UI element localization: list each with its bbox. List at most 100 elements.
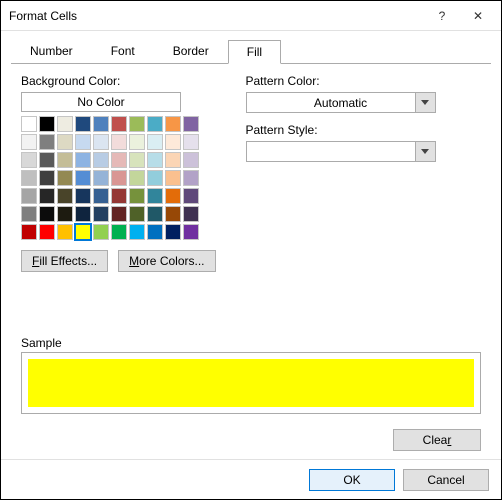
color-swatch[interactable] xyxy=(129,134,145,150)
color-swatch[interactable] xyxy=(75,152,91,168)
color-swatch[interactable] xyxy=(183,206,199,222)
color-swatch[interactable] xyxy=(39,152,55,168)
color-swatch[interactable] xyxy=(147,188,163,204)
cancel-button[interactable]: Cancel xyxy=(403,469,489,491)
color-swatch[interactable] xyxy=(21,224,37,240)
color-swatch[interactable] xyxy=(165,116,181,132)
pattern-style-label: Pattern Style: xyxy=(246,123,318,137)
color-swatch[interactable] xyxy=(39,134,55,150)
color-swatch[interactable] xyxy=(183,134,199,150)
color-swatch[interactable] xyxy=(21,116,37,132)
sample-label: Sample xyxy=(21,336,62,350)
color-swatch[interactable] xyxy=(93,116,109,132)
color-swatch[interactable] xyxy=(129,116,145,132)
tab-border[interactable]: Border xyxy=(154,39,228,63)
help-icon[interactable]: ? xyxy=(427,6,457,26)
color-swatch[interactable] xyxy=(57,188,73,204)
color-swatch[interactable] xyxy=(165,152,181,168)
color-swatch[interactable] xyxy=(39,224,55,240)
color-swatch[interactable] xyxy=(21,206,37,222)
color-swatch[interactable] xyxy=(129,188,145,204)
color-swatch[interactable] xyxy=(39,188,55,204)
color-swatch[interactable] xyxy=(39,170,55,186)
color-swatch[interactable] xyxy=(165,224,181,240)
color-swatch[interactable] xyxy=(147,206,163,222)
color-swatch[interactable] xyxy=(21,170,37,186)
color-swatch[interactable] xyxy=(57,170,73,186)
ok-button[interactable]: OK xyxy=(309,469,395,491)
color-swatch[interactable] xyxy=(165,134,181,150)
footer: OK Cancel xyxy=(1,459,501,499)
close-icon[interactable]: ✕ xyxy=(463,6,493,26)
color-swatch[interactable] xyxy=(75,134,91,150)
tab-number[interactable]: Number xyxy=(11,39,92,63)
titlebar: Format Cells ? ✕ xyxy=(1,1,501,31)
window-title: Format Cells xyxy=(9,9,77,23)
color-swatch[interactable] xyxy=(183,170,199,186)
color-swatch[interactable] xyxy=(21,134,37,150)
color-swatch[interactable] xyxy=(21,152,37,168)
pattern-color-label: Pattern Color: xyxy=(246,74,320,88)
pattern-color-combo[interactable]: Automatic xyxy=(246,92,436,113)
color-swatch[interactable] xyxy=(57,206,73,222)
window-controls: ? ✕ xyxy=(427,6,493,26)
color-swatch[interactable] xyxy=(21,188,37,204)
color-swatch[interactable] xyxy=(183,152,199,168)
color-swatch[interactable] xyxy=(183,116,199,132)
more-colors-button[interactable]: More Colors... xyxy=(118,250,215,272)
color-swatch[interactable] xyxy=(147,224,163,240)
color-swatch[interactable] xyxy=(111,224,127,240)
color-swatch[interactable] xyxy=(147,152,163,168)
color-swatch[interactable] xyxy=(93,134,109,150)
background-color-label: Background Color: xyxy=(21,74,120,88)
color-swatch[interactable] xyxy=(39,206,55,222)
color-swatch[interactable] xyxy=(57,116,73,132)
color-swatch[interactable] xyxy=(165,170,181,186)
tab-font[interactable]: Font xyxy=(92,39,154,63)
color-swatch[interactable] xyxy=(39,116,55,132)
pattern-style-dropdown-arrow[interactable] xyxy=(415,142,435,161)
color-swatch[interactable] xyxy=(75,116,91,132)
color-swatch[interactable] xyxy=(111,170,127,186)
tab-fill[interactable]: Fill xyxy=(228,40,281,64)
color-swatch[interactable] xyxy=(183,224,199,240)
pattern-style-combo[interactable] xyxy=(246,141,436,162)
color-swatch[interactable] xyxy=(111,152,127,168)
no-color-button[interactable]: No Color xyxy=(21,92,181,112)
color-swatch[interactable] xyxy=(183,188,199,204)
color-swatch[interactable] xyxy=(57,134,73,150)
color-swatch[interactable] xyxy=(93,152,109,168)
fill-effects-button[interactable]: Fill Effects... xyxy=(21,250,108,272)
color-swatch[interactable] xyxy=(129,170,145,186)
color-swatch[interactable] xyxy=(111,134,127,150)
pattern-color-value: Automatic xyxy=(314,96,367,110)
color-swatch[interactable] xyxy=(147,134,163,150)
pattern-color-dropdown-arrow[interactable] xyxy=(415,93,435,112)
color-swatch[interactable] xyxy=(111,206,127,222)
color-swatch-grid[interactable] xyxy=(21,116,216,240)
color-swatch[interactable] xyxy=(57,224,73,240)
color-swatch[interactable] xyxy=(111,116,127,132)
color-swatch[interactable] xyxy=(147,116,163,132)
chevron-down-icon xyxy=(421,149,429,154)
sample-preview xyxy=(28,359,474,407)
color-swatch[interactable] xyxy=(93,188,109,204)
color-swatch[interactable] xyxy=(111,188,127,204)
color-swatch[interactable] xyxy=(129,206,145,222)
color-swatch[interactable] xyxy=(75,224,91,240)
color-swatch[interactable] xyxy=(57,152,73,168)
chevron-down-icon xyxy=(421,100,429,105)
color-swatch[interactable] xyxy=(147,170,163,186)
color-swatch[interactable] xyxy=(129,152,145,168)
color-swatch[interactable] xyxy=(75,170,91,186)
sample-box-frame xyxy=(21,352,481,414)
color-swatch[interactable] xyxy=(93,224,109,240)
color-swatch[interactable] xyxy=(75,206,91,222)
color-swatch[interactable] xyxy=(93,170,109,186)
color-swatch[interactable] xyxy=(165,206,181,222)
color-swatch[interactable] xyxy=(165,188,181,204)
clear-button[interactable]: Clear xyxy=(393,429,481,451)
color-swatch[interactable] xyxy=(75,188,91,204)
color-swatch[interactable] xyxy=(129,224,145,240)
color-swatch[interactable] xyxy=(93,206,109,222)
